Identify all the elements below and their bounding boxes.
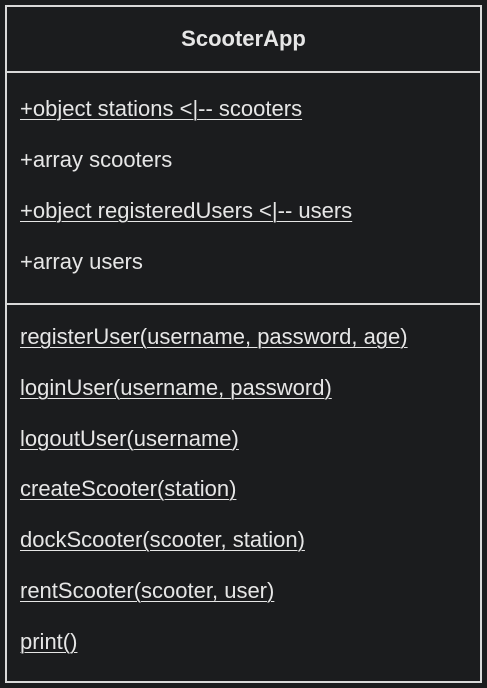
attribute-stations: +object stations <|-- scooters: [20, 96, 303, 121]
attributes-compartment: +object stations <|-- scooters +array sc…: [7, 73, 480, 305]
class-name: ScooterApp: [181, 26, 306, 51]
method-login-user: loginUser(username, password): [20, 374, 332, 400]
method-rent-scooter: rentScooter(scooter, user): [20, 577, 275, 603]
attribute-scooters: +array scooters: [20, 147, 173, 172]
method-logout-user: logoutUser(username): [20, 425, 239, 451]
method-create-scooter: createScooter(station): [20, 476, 237, 502]
attribute-users: +array users: [20, 249, 143, 274]
method-register-user: registerUser(username, password, age): [20, 324, 408, 349]
method-dock-scooter: dockScooter(scooter, station): [20, 527, 305, 553]
methods-compartment: registerUser(username, password, age) lo…: [7, 305, 480, 682]
class-header: ScooterApp: [7, 7, 480, 73]
attribute-registered-users: +object registeredUsers <|-- users: [20, 198, 353, 223]
class-box-scooterapp: ScooterApp +object stations <|-- scooter…: [5, 5, 482, 683]
method-print: print(): [20, 628, 78, 654]
